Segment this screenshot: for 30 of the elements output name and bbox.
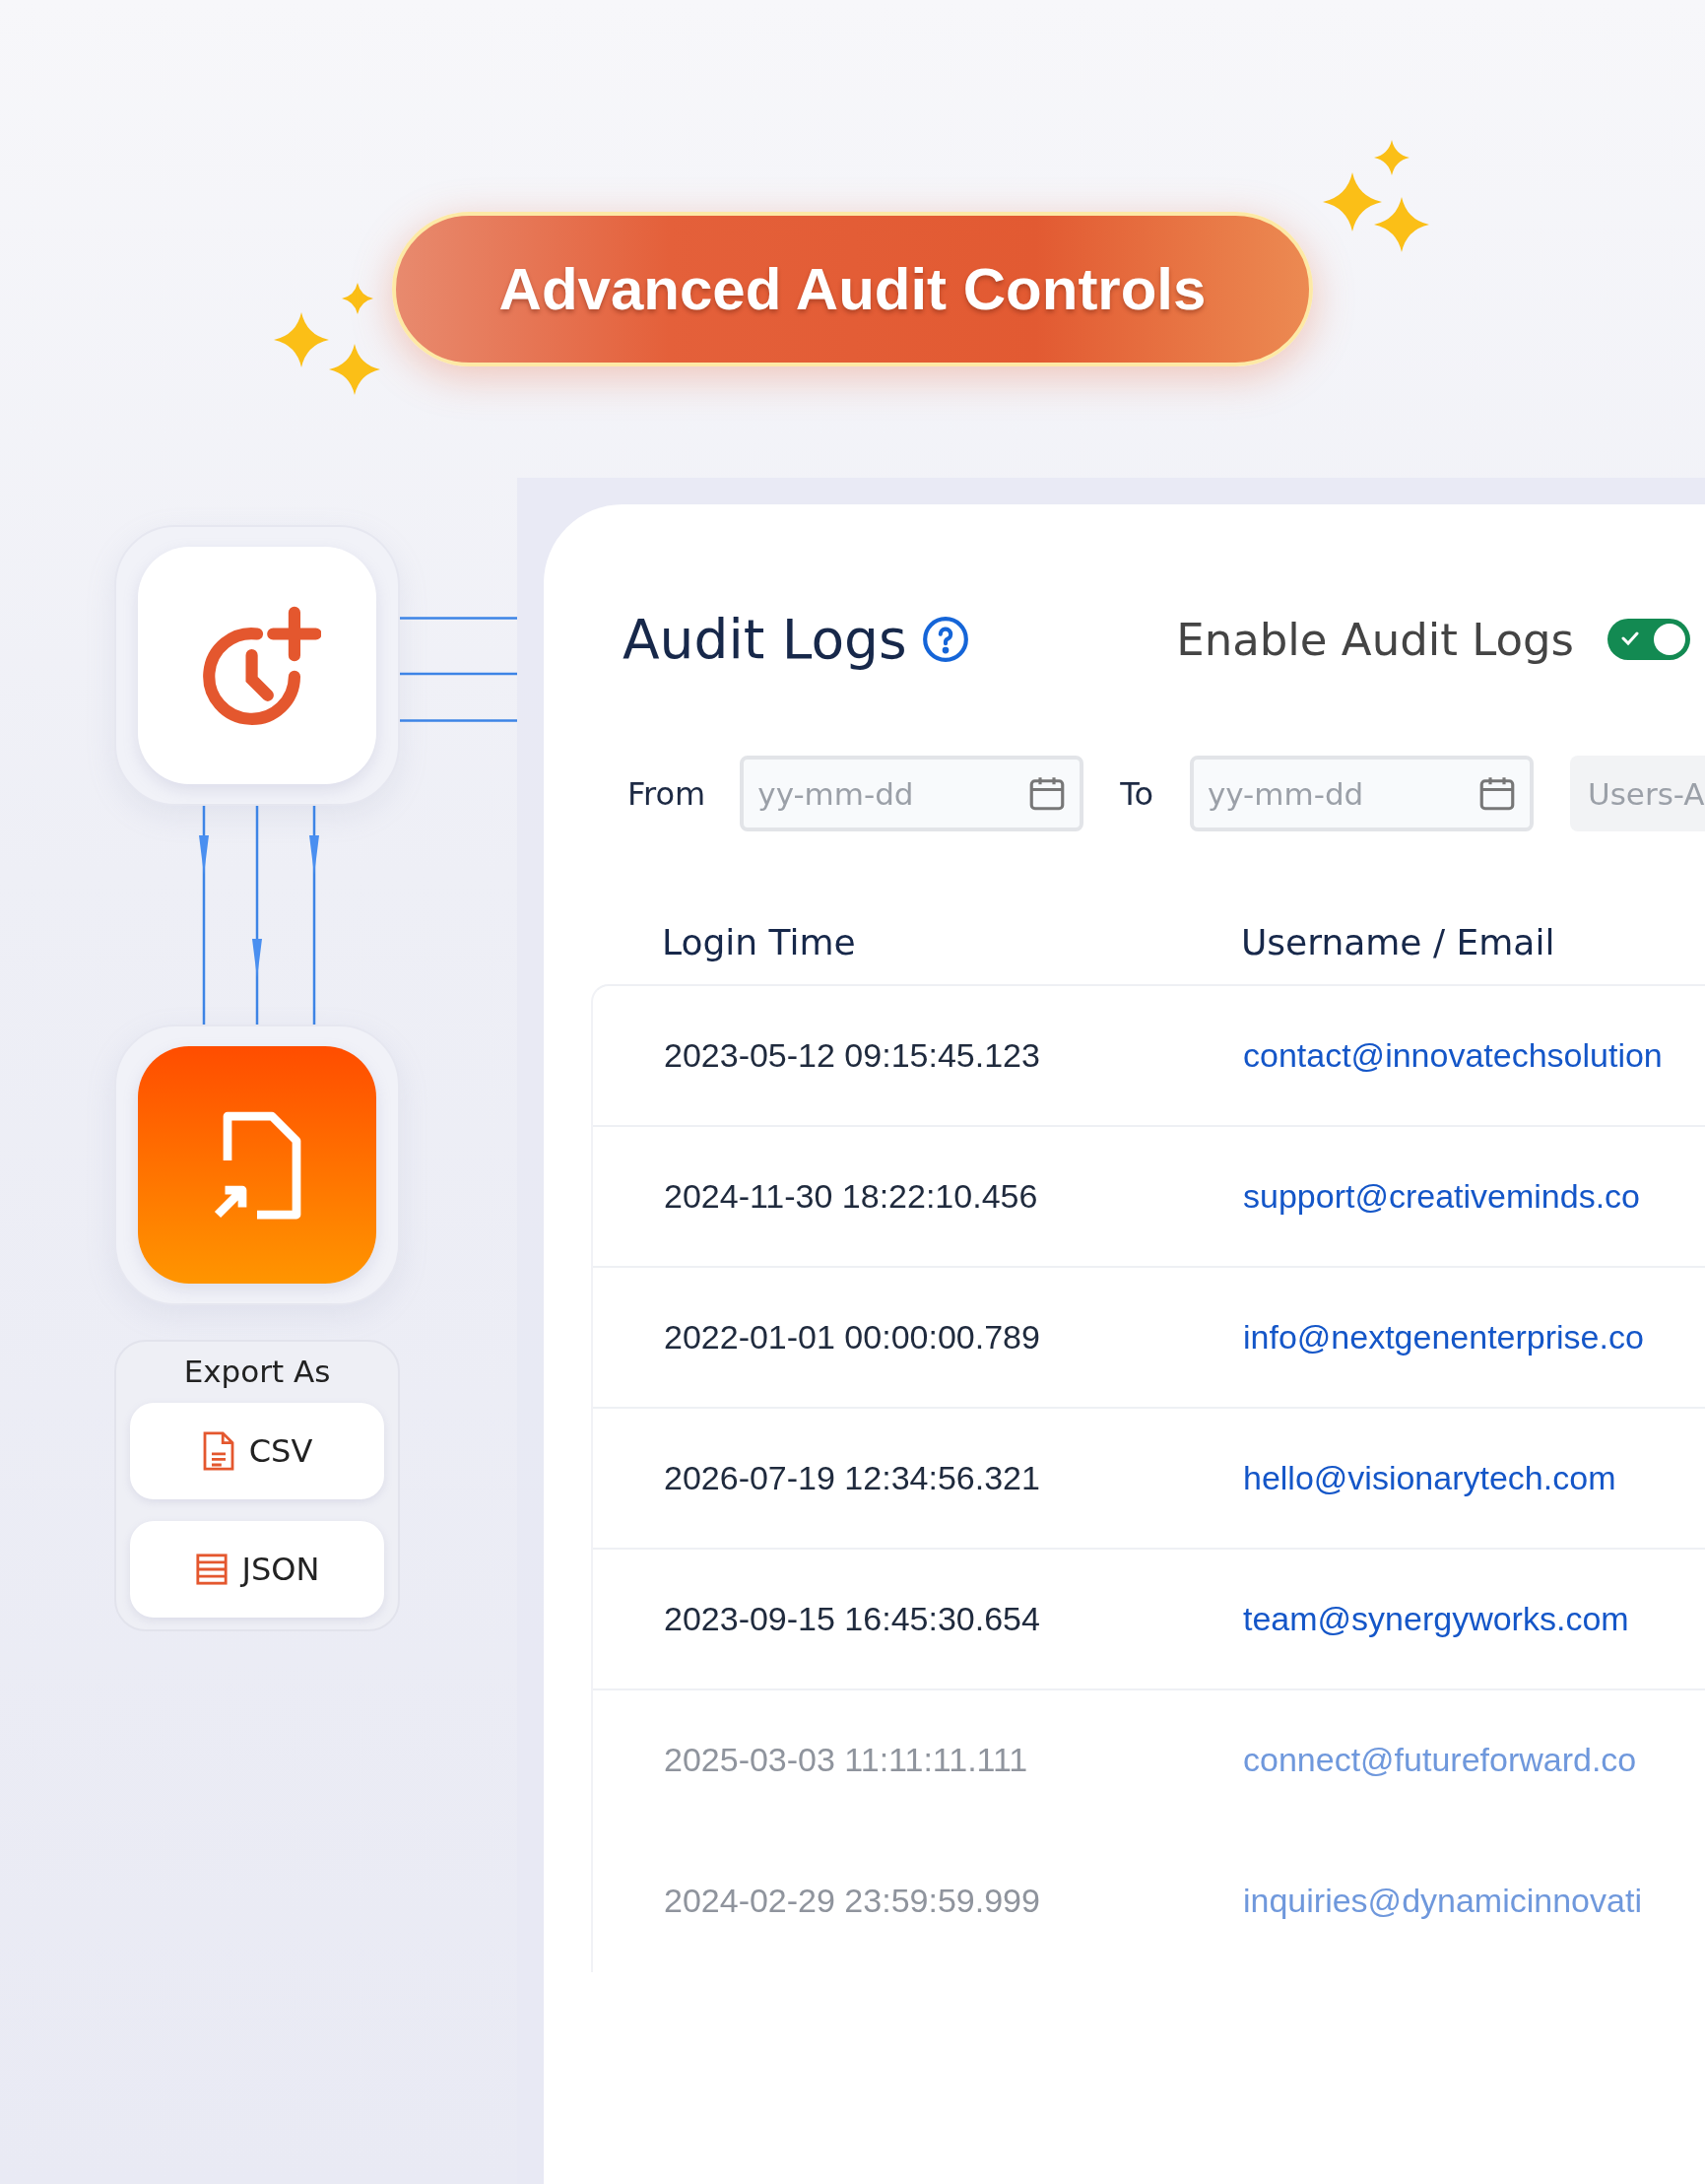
column-header: Login Time <box>662 922 857 962</box>
email-link[interactable]: hello@visionarytech.com <box>1243 1459 1616 1497</box>
login-time: 2026-07-19 12:34:56.321 <box>664 1459 1040 1497</box>
help-icon[interactable] <box>920 615 970 664</box>
email-link[interactable]: info@nextgenenterprise.co <box>1243 1318 1644 1357</box>
to-label: To <box>1120 774 1153 813</box>
column-header: Username / Email <box>1241 922 1555 962</box>
banner-title: Advanced Audit Controls <box>392 212 1313 366</box>
date-field[interactable]: yy-mm-dd <box>740 756 1084 831</box>
email-link[interactable]: support@creativeminds.co <box>1243 1177 1641 1216</box>
date-field[interactable]: yy-mm-dd <box>1189 756 1534 831</box>
toggle-switch[interactable] <box>1607 619 1690 660</box>
login-time: 2024-02-29 23:59:59.999 <box>664 1882 1040 1920</box>
email-link[interactable]: contact@innovatechsolution <box>1243 1036 1663 1075</box>
login-time: 2025-03-03 11:11:11.111 <box>664 1741 1028 1779</box>
from-label: From <box>627 774 706 813</box>
login-time: 2023-09-15 16:45:30.654 <box>664 1600 1040 1638</box>
document-icon <box>201 1430 235 1472</box>
check-icon <box>1621 630 1639 646</box>
login-time: 2022-01-01 00:00:00.789 <box>664 1318 1040 1357</box>
export-format-button[interactable]: CSV <box>130 1403 384 1499</box>
export-label: Export As <box>183 1354 331 1389</box>
toggle-label: Enable Audit Logs <box>1176 613 1574 666</box>
list-icon <box>194 1553 229 1586</box>
panel-title: Audit Logs <box>623 608 907 671</box>
export-format-button[interactable]: JSON <box>130 1521 384 1618</box>
users-field[interactable]: Users-A <box>1569 756 1705 831</box>
login-time: 2024-11-30 18:22:10.456 <box>664 1177 1038 1216</box>
email-link[interactable]: team@synergyworks.com <box>1243 1600 1629 1638</box>
login-time: 2023-05-12 09:15:45.123 <box>664 1036 1040 1075</box>
